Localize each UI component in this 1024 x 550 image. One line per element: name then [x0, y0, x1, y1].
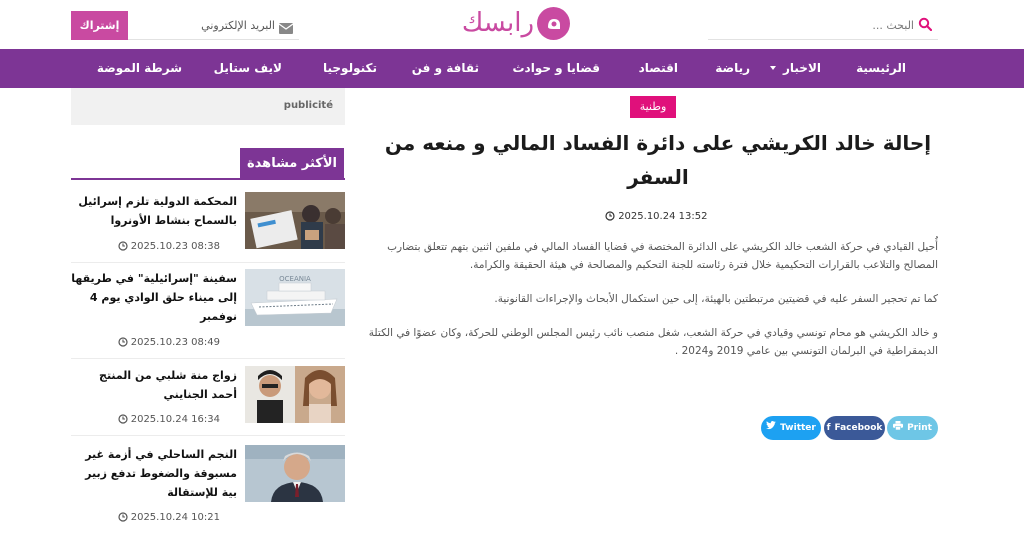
article-paragraph: كما تم تحجير السفر عليه في قضيتين مرتبطت…	[494, 293, 938, 305]
site-logo[interactable]: رابسك	[436, 5, 572, 45]
news-date-text: 16:34 2025.10.24	[130, 414, 220, 425]
news-headline[interactable]: زواج منة شلبي من المنتج أحمد الجنايني	[71, 366, 237, 404]
news-thumbnail[interactable]	[245, 445, 345, 502]
print-icon	[893, 416, 904, 440]
article-paragraph: و خالد الكريشي هو محام تونسي وقيادي في ح…	[368, 327, 938, 357]
news-thumbnail[interactable]: OCEANIA	[245, 269, 345, 326]
nav-item-sports[interactable]: رياضة	[715, 49, 750, 88]
nav-item-culture[interactable]: ثقافة و فن	[412, 49, 479, 88]
article-paragraph: أُحيل القيادي في حركة الشعب خالد الكريشي…	[387, 241, 938, 271]
clock-icon	[117, 337, 128, 347]
news-thumbnail[interactable]	[245, 366, 345, 423]
news-date: 08:49 2025.10.23	[117, 337, 220, 348]
news-thumbnail[interactable]	[245, 192, 345, 249]
print-button[interactable]: Print	[887, 416, 938, 440]
top-header: رابسك إشتراك	[0, 0, 1024, 49]
divider	[71, 178, 345, 180]
news-date-text: 08:49 2025.10.23	[130, 337, 220, 348]
divider	[71, 435, 345, 436]
nav-item-lifestyle[interactable]: لايف ستايل	[214, 49, 282, 88]
news-date: 08:38 2025.10.23	[117, 241, 220, 252]
envelope-icon	[278, 19, 294, 34]
chevron-down-icon[interactable]	[770, 66, 776, 70]
ad-placeholder: publicité	[71, 88, 345, 125]
clock-icon	[117, 241, 128, 251]
nav-item-home[interactable]: الرئيسية	[856, 49, 906, 88]
date-text: 13:52 2025.10.24	[618, 211, 708, 222]
most-viewed-heading: الأكثر مشاهدة	[240, 148, 344, 179]
news-headline[interactable]: المحكمة الدولية تلزم إسرائيل بالسماح بنش…	[71, 192, 237, 230]
newsletter-form: إشتراك	[71, 11, 299, 40]
clock-icon	[605, 211, 615, 221]
news-date: 16:34 2025.10.24	[117, 414, 220, 425]
nav-item-fashion[interactable]: شرطة الموضة	[97, 49, 182, 88]
news-date-text: 08:38 2025.10.23	[130, 241, 220, 252]
news-headline[interactable]: سفينة "إسرائيلية" في طريقها إلى ميناء حل…	[71, 269, 237, 326]
clock-icon	[117, 512, 128, 522]
twitter-icon	[766, 416, 777, 440]
ship-caption: OCEANIA	[279, 275, 311, 283]
article-title: إحالة خالد الكريشي على دائرة الفساد الما…	[384, 131, 932, 189]
nav-item-economy[interactable]: اقتصاد	[639, 49, 678, 88]
search-input[interactable]	[719, 15, 914, 35]
category-badge[interactable]: وطنية	[630, 96, 676, 118]
ad-label: publicité	[283, 100, 333, 111]
share-twitter-label: Twitter	[780, 423, 816, 433]
share-facebook-label: Facebook	[834, 423, 883, 433]
facebook-icon: f	[826, 423, 831, 433]
share-twitter-button[interactable]: Twitter	[761, 416, 821, 440]
nav-item-crime[interactable]: قضايا و حوادث	[512, 49, 600, 88]
divider	[71, 358, 345, 359]
search-bar	[708, 12, 938, 40]
logo-text: رابسك	[461, 8, 535, 38]
main-nav: الرئيسية الاخبار رياضة اقتصاد قضايا و حو…	[0, 49, 1024, 88]
news-headline[interactable]: النجم الساحلي في أزمة غير مسبوقة والضغوط…	[71, 445, 237, 502]
email-field[interactable]	[145, 16, 275, 34]
logo-mark-icon	[537, 7, 570, 40]
article-date: 13:52 2025.10.24	[605, 211, 707, 225]
news-date-text: 10:21 2025.10.24	[130, 512, 220, 523]
news-date: 10:21 2025.10.24	[117, 512, 220, 523]
subscribe-button[interactable]: إشتراك	[71, 11, 128, 40]
search-icon[interactable]	[918, 16, 933, 32]
share-facebook-button[interactable]: f Facebook	[824, 416, 885, 440]
divider	[71, 262, 345, 263]
nav-item-technology[interactable]: تكنولوجيا	[323, 49, 377, 88]
print-label: Print	[907, 423, 932, 433]
clock-icon	[117, 414, 128, 424]
nav-item-news[interactable]: الاخبار	[783, 49, 821, 88]
